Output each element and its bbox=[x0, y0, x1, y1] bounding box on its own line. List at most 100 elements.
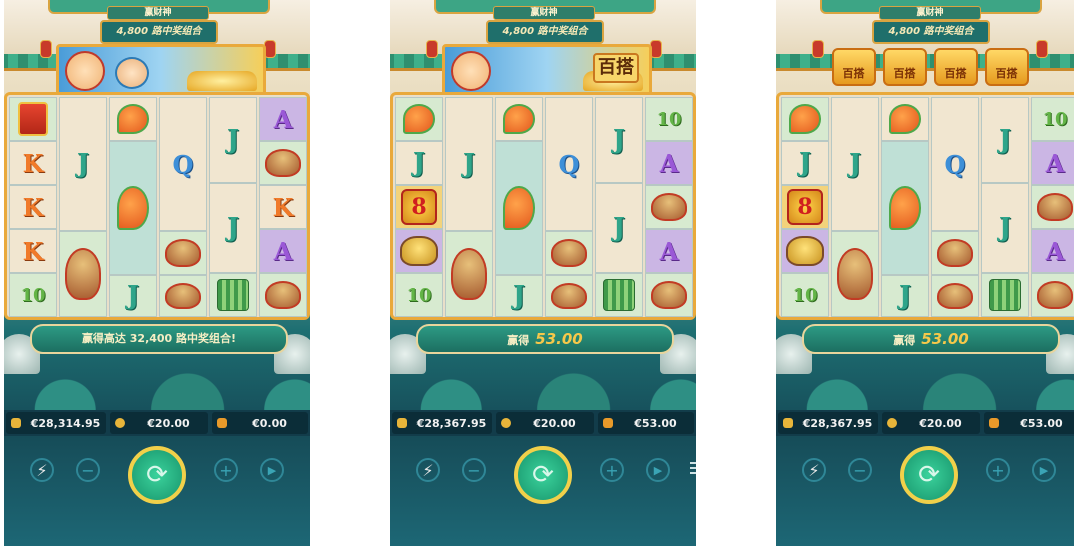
balance-display[interactable]: €28,367.95 bbox=[392, 412, 492, 434]
hat-icon bbox=[936, 239, 974, 267]
lantern-icon bbox=[40, 40, 52, 58]
wild-label: 百搭 bbox=[593, 53, 639, 83]
coin-icon bbox=[501, 418, 511, 428]
symbol-bamboo bbox=[981, 273, 1029, 317]
symbol-bamboo bbox=[595, 273, 643, 317]
win-amount: 53.00 bbox=[921, 330, 969, 348]
bet-plus-button[interactable]: + bbox=[214, 458, 238, 482]
bet-minus-button[interactable]: − bbox=[76, 458, 100, 482]
control-bar: ⚡ − ⟳ + ▶ bbox=[4, 436, 310, 546]
symbol-hat-long bbox=[445, 231, 493, 317]
symbol-shrimp bbox=[395, 97, 443, 141]
symbol-10: 10 bbox=[395, 273, 443, 317]
symbol-hat bbox=[645, 185, 693, 229]
win-label: 赢得 bbox=[893, 334, 916, 347]
win-label: 赢得 bbox=[507, 334, 530, 347]
game-title: 赢财神 bbox=[107, 6, 209, 20]
symbol-J-long: J bbox=[981, 97, 1029, 183]
balance-bar: €28,314.95 €20.00 €0.00 bbox=[4, 410, 310, 436]
symbol-shrimp-long bbox=[881, 141, 929, 275]
symbol-hat bbox=[1031, 185, 1074, 229]
shrimp-icon bbox=[789, 104, 821, 134]
symbol-J: J bbox=[881, 275, 929, 317]
wild-ingot-icon: 百搭 bbox=[933, 48, 978, 86]
symbol-red-envelope bbox=[9, 97, 57, 141]
win-value: €53.00 bbox=[1020, 416, 1063, 430]
wallet-icon bbox=[783, 418, 793, 428]
game-screen-3: 赢财神 4,800 路中奖组合 百搭 百搭 百搭 百搭 J 8 10 J J Q… bbox=[776, 0, 1074, 546]
symbol-eight: 8 bbox=[781, 185, 829, 229]
symbol-shrimp bbox=[781, 97, 829, 141]
shrimp-icon bbox=[403, 104, 435, 134]
symbol-J-long: J bbox=[445, 97, 493, 231]
wild-ingot-icon: 百搭 bbox=[831, 48, 876, 86]
bet-plus-button[interactable]: + bbox=[986, 458, 1010, 482]
hat-icon bbox=[264, 149, 302, 177]
shrimp-icon bbox=[503, 186, 535, 230]
wild-ingot-icon: 百搭 bbox=[984, 48, 1029, 86]
wave-decoration bbox=[390, 350, 696, 410]
bet-minus-button[interactable]: − bbox=[848, 458, 872, 482]
balance-display[interactable]: €28,314.95 bbox=[6, 412, 106, 434]
fortune-god-icon bbox=[451, 51, 491, 91]
hat-icon bbox=[550, 239, 588, 267]
spin-button[interactable]: ⟳ bbox=[128, 446, 186, 504]
top-reel-banner: 百搭 bbox=[442, 44, 652, 96]
symbol-hat-long bbox=[831, 231, 879, 317]
lucky-eight-icon: 8 bbox=[400, 188, 438, 226]
turbo-button[interactable]: ⚡ bbox=[416, 458, 440, 482]
balance-bar: €28,367.95 €20.00 €53.00 bbox=[776, 410, 1074, 436]
win-display: €53.00 bbox=[984, 412, 1074, 434]
wallet-icon bbox=[397, 418, 407, 428]
autoplay-button[interactable]: ▶ bbox=[1032, 458, 1056, 482]
symbol-toad bbox=[781, 229, 829, 273]
symbol-A: A bbox=[259, 229, 307, 273]
trophy-icon bbox=[603, 418, 613, 428]
coin-icon bbox=[887, 418, 897, 428]
symbol-J: J bbox=[495, 275, 543, 317]
symbol-J-long: J bbox=[595, 97, 643, 183]
hat-icon bbox=[1036, 281, 1074, 309]
lantern-icon bbox=[1036, 40, 1048, 58]
balance-display[interactable]: €28,367.95 bbox=[778, 412, 878, 434]
shrimp-icon bbox=[117, 186, 149, 230]
symbol-hat bbox=[1031, 273, 1074, 317]
symbol-shrimp-long bbox=[495, 141, 543, 275]
hat-icon bbox=[936, 282, 974, 310]
symbol-A: A bbox=[1031, 141, 1074, 185]
symbol-Q-long: Q bbox=[159, 97, 207, 231]
symbol-J-long: J bbox=[209, 97, 257, 183]
turbo-button[interactable]: ⚡ bbox=[802, 458, 826, 482]
symbol-shrimp bbox=[109, 97, 157, 141]
symbol-Q-long: Q bbox=[545, 97, 593, 231]
symbol-10: 10 bbox=[645, 97, 693, 141]
balance-value: €28,314.95 bbox=[30, 416, 101, 430]
symbol-J: J bbox=[109, 275, 157, 317]
game-screen-2: 赢财神 4,800 路中奖组合 百搭 J 8 10 J J Q J J 10 A… bbox=[390, 0, 696, 546]
bet-plus-button[interactable]: + bbox=[600, 458, 624, 482]
symbol-K: K bbox=[9, 141, 57, 185]
bet-display[interactable]: €20.00 bbox=[110, 412, 208, 434]
balance-bar: €28,367.95 €20.00 €53.00 bbox=[390, 410, 696, 436]
autoplay-button[interactable]: ▶ bbox=[646, 458, 670, 482]
trophy-icon bbox=[217, 418, 227, 428]
spin-button[interactable]: ⟳ bbox=[900, 446, 958, 504]
autoplay-button[interactable]: ▶ bbox=[260, 458, 284, 482]
menu-icon[interactable] bbox=[690, 462, 696, 476]
spin-button[interactable]: ⟳ bbox=[514, 446, 572, 504]
wild-ingot-row: 百搭 百搭 百搭 百搭 bbox=[828, 44, 1032, 90]
symbol-toad bbox=[395, 229, 443, 273]
hat-icon bbox=[650, 193, 688, 221]
balance-value: €28,367.95 bbox=[802, 416, 873, 430]
symbol-J-long: J bbox=[209, 183, 257, 273]
symbol-J-long: J bbox=[59, 97, 107, 231]
bet-minus-button[interactable]: − bbox=[462, 458, 486, 482]
turbo-button[interactable]: ⚡ bbox=[30, 458, 54, 482]
win-label: 赢得高达 32,400 路中奖组合! bbox=[81, 332, 237, 345]
bet-display[interactable]: €20.00 bbox=[882, 412, 980, 434]
symbol-A: A bbox=[259, 97, 307, 141]
trophy-icon bbox=[989, 418, 999, 428]
fortune-god-icon bbox=[65, 51, 105, 91]
bet-display[interactable]: €20.00 bbox=[496, 412, 594, 434]
symbol-10: 10 bbox=[781, 273, 829, 317]
